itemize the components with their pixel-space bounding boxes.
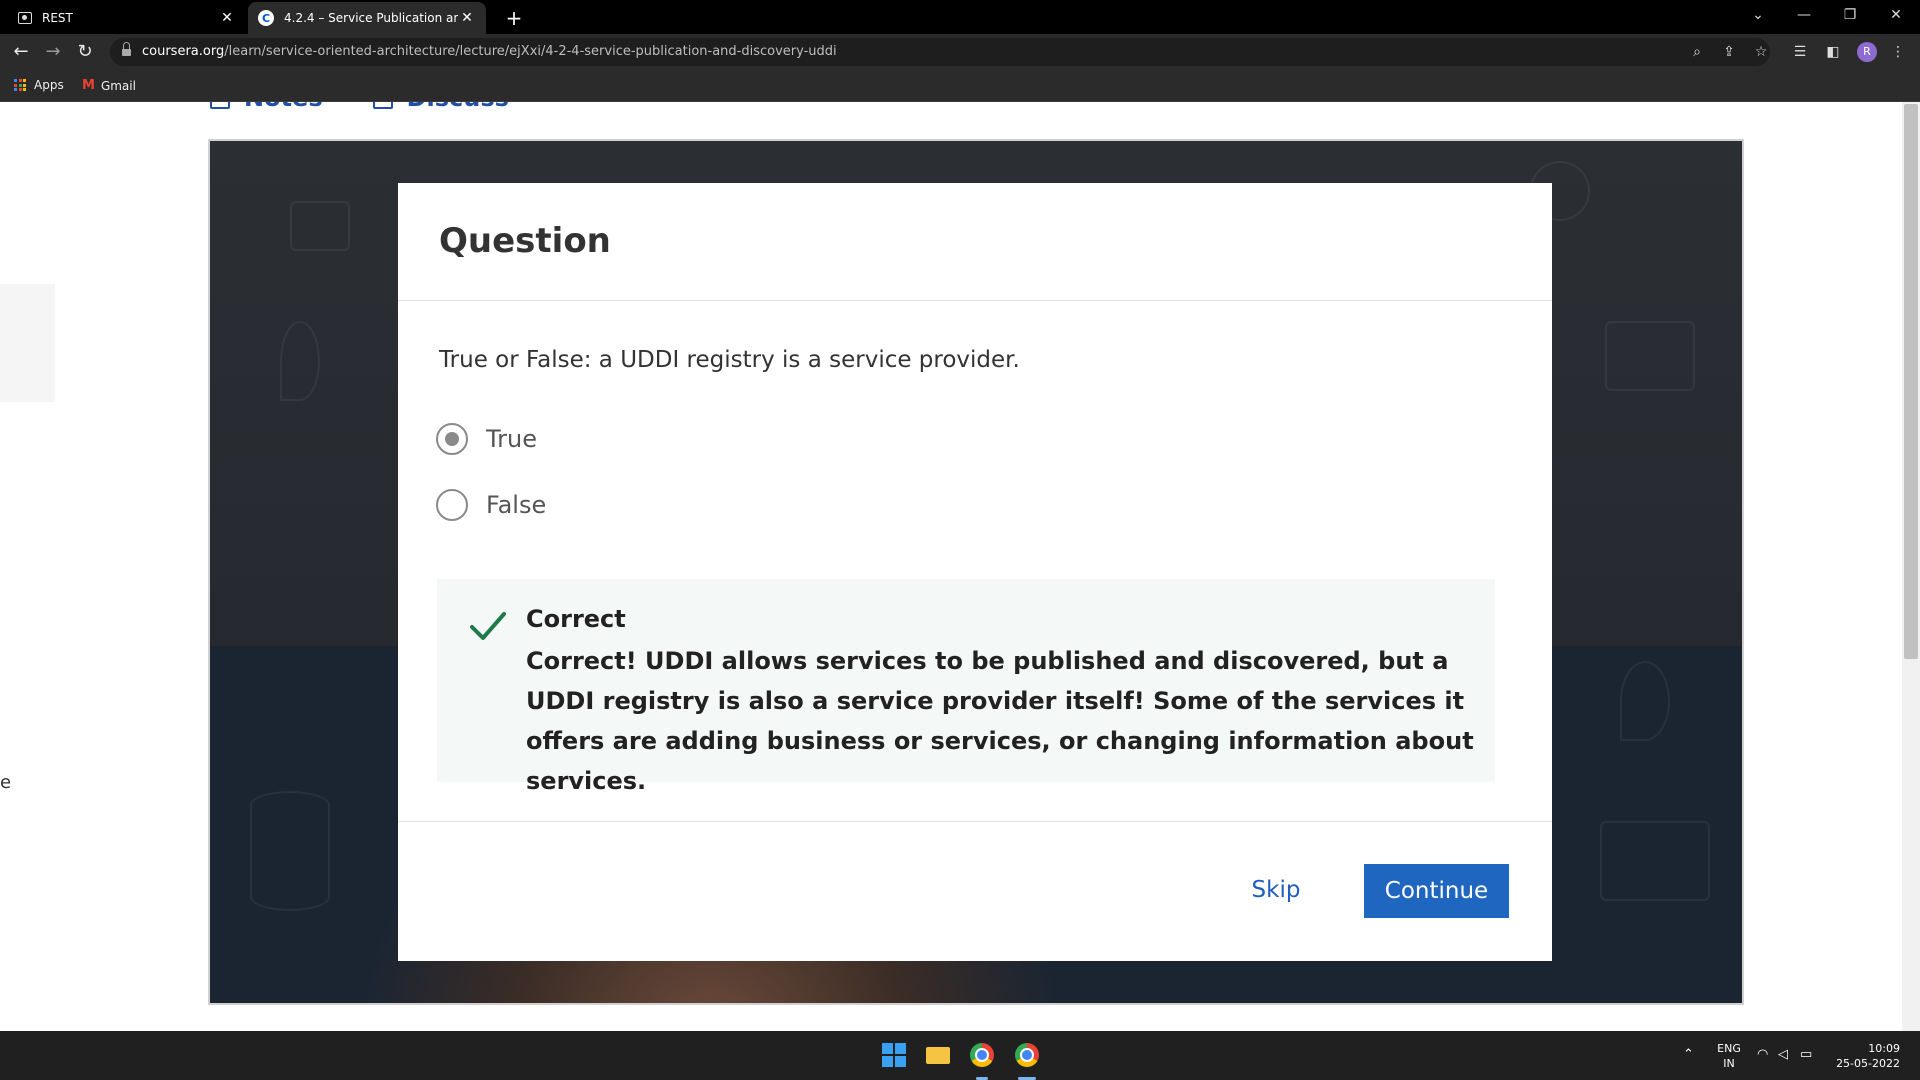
url-host: coursera.org (142, 44, 225, 59)
apps-grid-icon (14, 79, 26, 91)
forward-arrow-icon[interactable]: → (41, 40, 65, 64)
browser-tab-strip: REST ✕ C 4.2.4 – Service Publication and… (0, 0, 1920, 34)
battery-icon[interactable]: ▭ (1800, 1047, 1812, 1062)
discuss-icon (372, 102, 393, 109)
tab-label: Discuss (407, 102, 509, 112)
browser-window-icon (1600, 821, 1710, 901)
modal-header: Question (398, 183, 1552, 301)
tab-discuss[interactable]: Discuss (372, 102, 509, 112)
windows-start-icon[interactable] (878, 1039, 910, 1071)
chevron-down-icon[interactable]: ⌄ (1735, 0, 1781, 30)
lock-icon[interactable] (122, 42, 131, 57)
scrollbar-thumb[interactable] (1904, 104, 1918, 659)
kebab-menu-icon[interactable]: ⋮ (1888, 42, 1908, 62)
address-bar[interactable]: coursera.org/learn/service-oriented-arch… (110, 38, 1770, 66)
side-panel-icon[interactable]: ◧ (1823, 42, 1843, 62)
bookmark-label: Gmail (100, 78, 136, 93)
zoom-icon[interactable]: ⌕ (1687, 42, 1707, 62)
modal-footer: Skip Continue (398, 821, 1552, 961)
new-tab-button[interactable]: + (500, 4, 528, 32)
question-text: True or False: a UDDI registry is a serv… (439, 347, 1020, 373)
url-text[interactable]: coursera.org/learn/service-oriented-arch… (142, 44, 837, 59)
option-label[interactable]: True (486, 425, 537, 453)
coursera-favicon-icon: C (258, 10, 274, 26)
feedback-status: Correct (526, 605, 626, 633)
database-icon (250, 791, 330, 911)
browser-tab-rest[interactable]: REST ✕ (8, 2, 246, 34)
map-pin-icon (280, 321, 320, 401)
feedback-panel: Correct Correct! UDDI allows services to… (437, 579, 1495, 795)
language-indicator[interactable]: ENG IN (1714, 1041, 1744, 1071)
windows-taskbar: ⌃ ENG IN ◠ ◁ ▭ 10:09 25-05-2022 (0, 1031, 1920, 1080)
feedback-explanation: Correct! UDDI allows services to be publ… (526, 647, 1474, 795)
tab-title: 4.2.4 – Service Publication and D (284, 11, 458, 25)
skip-button[interactable]: Skip (1236, 870, 1316, 910)
close-icon[interactable]: ✕ (218, 10, 236, 26)
bookmark-apps[interactable]: Apps (14, 78, 64, 92)
radio-button[interactable] (436, 489, 468, 521)
tab-favicon-icon (18, 12, 32, 24)
browser-toolbar: ← → ↻ coursera.org/learn/service-oriente… (0, 34, 1920, 70)
wifi-icon[interactable]: ◠ (1757, 1047, 1768, 1062)
close-icon[interactable]: ✕ (458, 10, 476, 26)
clock[interactable]: 10:09 25-05-2022 (1830, 1041, 1900, 1071)
language-code: ENG (1717, 1042, 1741, 1055)
bookmarks-bar: Apps M Gmail (0, 70, 1920, 102)
clock-date: 25-05-2022 (1836, 1057, 1900, 1070)
continue-button[interactable]: Continue (1364, 864, 1509, 918)
folder-icon (290, 201, 350, 251)
map-pin-icon (1620, 661, 1670, 741)
tab-title: REST (42, 11, 73, 25)
minimize-button[interactable]: — (1781, 0, 1827, 30)
notes-icon (210, 102, 230, 109)
lecture-tabs: Notes Discuss (210, 102, 509, 112)
sidebar-text-fragment: e (0, 772, 12, 793)
tab-label: Notes (244, 102, 323, 112)
back-arrow-icon[interactable]: ← (9, 40, 33, 64)
question-modal: Question True or False: a UDDI registry … (398, 183, 1552, 961)
bookmark-label: Apps (34, 78, 64, 92)
option-true[interactable]: True (436, 423, 537, 455)
tab-notes[interactable]: Notes (210, 102, 323, 112)
url-path: /learn/service-oriented-architecture/lec… (224, 44, 837, 59)
restore-button[interactable]: ❐ (1827, 0, 1873, 30)
bookmark-star-icon[interactable]: ☆ (1751, 42, 1771, 62)
radio-button-selected[interactable] (436, 423, 468, 455)
modal-body: True or False: a UDDI registry is a serv… (398, 301, 1552, 821)
reload-icon[interactable]: ↻ (73, 40, 97, 64)
bookmark-gmail[interactable]: M Gmail (82, 78, 136, 93)
checkmark-icon (470, 612, 506, 640)
region-code: IN (1723, 1057, 1735, 1070)
chevron-up-icon[interactable]: ⌃ (1683, 1047, 1694, 1062)
browser-tab-coursera[interactable]: C 4.2.4 – Service Publication and D ✕ (248, 2, 486, 34)
modal-title: Question (439, 221, 611, 261)
chrome-profile-icon[interactable] (1011, 1039, 1043, 1080)
volume-icon[interactable]: ◁ (1778, 1047, 1788, 1062)
sidebar-panel (0, 284, 55, 402)
share-icon[interactable]: ⇪ (1719, 42, 1739, 62)
profile-avatar[interactable]: R (1857, 42, 1877, 62)
chrome-icon[interactable] (966, 1039, 998, 1080)
window-close-button[interactable]: ✕ (1873, 0, 1919, 30)
clock-time: 10:09 (1868, 1042, 1900, 1055)
file-explorer-icon[interactable] (922, 1039, 954, 1071)
option-label[interactable]: False (486, 491, 546, 519)
monitor-icon (1605, 321, 1695, 391)
option-false[interactable]: False (436, 489, 546, 521)
reading-list-icon[interactable]: ☰ (1790, 42, 1810, 62)
gmail-icon: M (82, 78, 95, 93)
